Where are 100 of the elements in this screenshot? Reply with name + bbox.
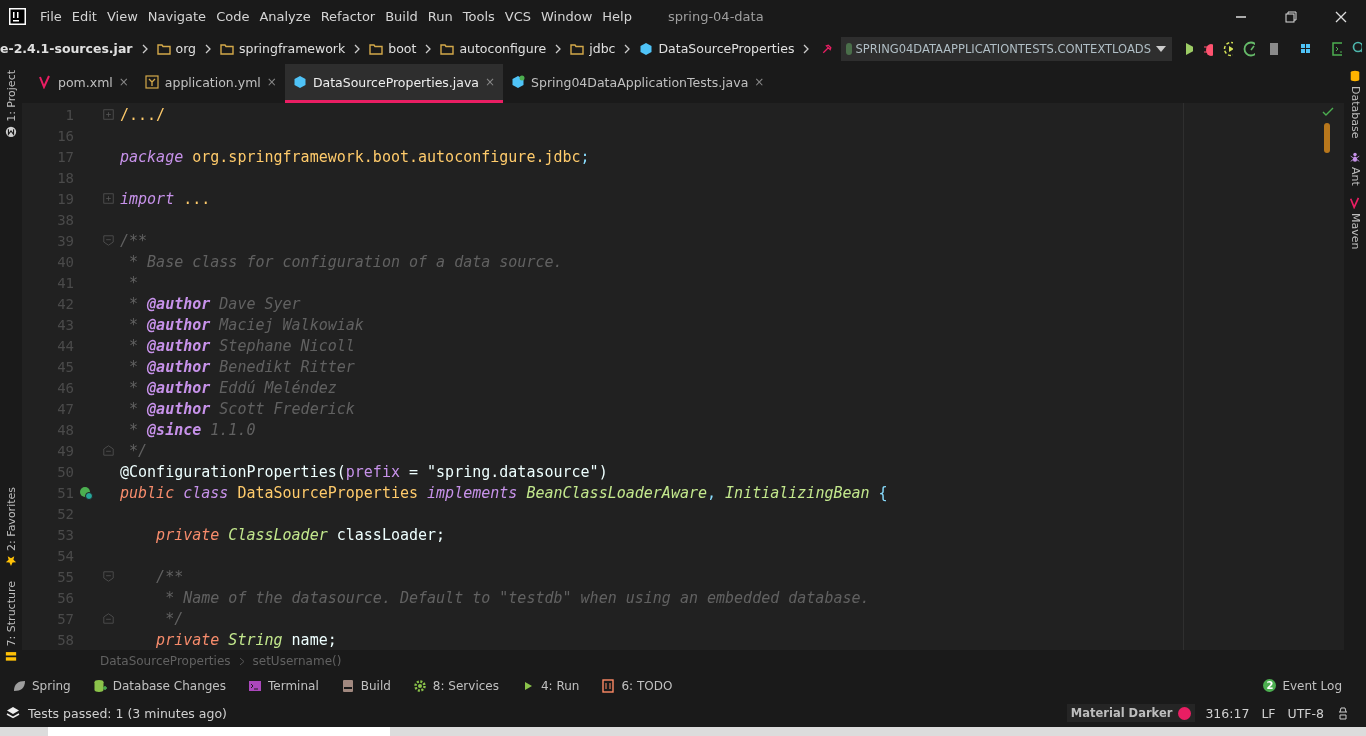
count-badge: 2 — [1263, 679, 1277, 692]
menu-item[interactable]: View — [106, 9, 138, 24]
menu-item[interactable]: Run — [427, 9, 453, 24]
code-line: import ... — [120, 189, 211, 208]
yaml-icon — [144, 75, 159, 89]
chevron-icon — [238, 656, 245, 666]
database-icon — [1349, 70, 1361, 82]
tab-label: pom.xml — [58, 74, 113, 90]
chevron-icon — [140, 43, 149, 54]
cube-icon — [292, 75, 307, 89]
code-line: * @author Dave Syer — [128, 294, 301, 313]
terminal-icon[interactable] — [1331, 40, 1342, 57]
menu-item[interactable]: Window — [541, 9, 593, 24]
code-line: * @since 1.1.0 — [128, 420, 256, 439]
menu-item[interactable]: Navigate — [147, 9, 207, 24]
close-icon — [1335, 10, 1347, 23]
tool-window-tab[interactable]: 7: Structure — [4, 580, 18, 662]
code-line: /** — [155, 567, 184, 586]
menu-item[interactable]: Edit — [71, 9, 97, 24]
test-tube-icon — [845, 41, 852, 56]
cube-icon — [511, 75, 526, 89]
breadcrumb-item[interactable]: jdbc — [570, 41, 616, 56]
folder-icon — [440, 41, 455, 56]
todo-icon — [601, 678, 616, 693]
tab-label: DataSourceProperties.java — [312, 74, 479, 90]
breadcrumb-item[interactable]: org — [156, 41, 196, 56]
status-message: Tests passed: 1 (3 minutes ago) — [28, 705, 228, 721]
star-icon — [5, 554, 17, 567]
breadcrumb-item[interactable]: boot — [369, 41, 417, 56]
close-tab-button[interactable]: × — [485, 75, 496, 89]
tool-window-tab[interactable]: Ant — [1348, 150, 1362, 186]
code-line: * Name of the datasource. Default to "testdb" when using an embedded database. — [164, 588, 870, 607]
layers-icon[interactable] — [6, 706, 20, 720]
tool-window-button[interactable]: Spring — [8, 678, 75, 693]
maven-icon — [38, 75, 52, 89]
tool-window-button[interactable]: 8: Services — [408, 678, 503, 693]
editor-tab[interactable]: application.yml × — [136, 64, 285, 103]
editor-tab[interactable]: DataSourceProperties.java × — [284, 64, 504, 103]
chevron-icon — [204, 43, 212, 54]
caret-position[interactable]: 316:17 — [1205, 705, 1250, 721]
tool-window-tab[interactable]: 1: Project — [4, 70, 18, 138]
scrollbar-thumb[interactable] — [1324, 123, 1330, 153]
tool-window-tab[interactable]: Maven — [1348, 197, 1362, 250]
editor-tab[interactable]: pom.xml × — [30, 64, 137, 103]
menu-item[interactable]: Code — [216, 9, 250, 24]
menu-item[interactable]: Help — [602, 9, 632, 24]
menu-item[interactable]: VCS — [504, 9, 532, 24]
close-tab-button[interactable]: × — [266, 75, 277, 89]
event-log-button[interactable]: 2 Event Log — [1259, 678, 1346, 693]
tab-label: Spring04DataApplicationTests.java — [531, 74, 749, 90]
line-separator[interactable]: LF — [1261, 705, 1276, 721]
chevron-icon — [802, 43, 811, 54]
tool-window-button[interactable]: 4: Run — [516, 678, 584, 693]
structure-icon — [5, 650, 17, 662]
gauge-icon[interactable] — [1243, 40, 1255, 57]
run-configuration-dropdown[interactable]: SPRING04DATAAPPLICATIONTESTS.CONTEXTLOADS — [840, 36, 1172, 61]
menu-item[interactable]: Tools — [462, 9, 495, 24]
code-line: * @author Scott Frederick — [128, 399, 355, 418]
tool-window-button[interactable]: Terminal — [244, 678, 323, 693]
breadcrumb-item[interactable]: autoconfigure — [440, 41, 547, 56]
menu-item[interactable]: Refactor — [320, 9, 376, 24]
ant-icon — [1349, 150, 1361, 163]
tool-window-tab[interactable]: Database — [1348, 70, 1362, 139]
tool-window-button[interactable]: 6: TODO — [597, 678, 677, 693]
module-icon — [5, 125, 17, 138]
menu-item[interactable]: File — [40, 9, 62, 24]
coverage-icon[interactable] — [1223, 40, 1234, 57]
theme-indicator[interactable]: Material Darker — [1066, 704, 1196, 722]
menu-item[interactable]: Build — [385, 9, 418, 24]
stop-icon[interactable] — [1267, 40, 1278, 57]
code-line: /** — [120, 231, 148, 250]
code-line: * — [128, 273, 139, 292]
tool-window-button[interactable]: Build — [336, 678, 395, 693]
close-tab-button[interactable]: × — [118, 75, 129, 89]
code-line: * Base class for configuration of a data source. — [128, 252, 563, 271]
code-line: private String name; — [155, 630, 337, 649]
cube-icon — [639, 41, 654, 56]
chevron-icon — [623, 43, 632, 54]
code-line: */ — [164, 609, 184, 628]
code-line: /.../ — [120, 105, 166, 124]
file-encoding[interactable]: UTF-8 — [1287, 705, 1324, 721]
code-line: * @author Benedikt Ritter — [128, 357, 355, 376]
caret-icon — [1154, 44, 1167, 53]
breadcrumb-item[interactable]: DataSourceProperties — [639, 41, 795, 56]
run-configuration-label: SPRING04DATAAPPLICATIONTESTS.CONTEXTLOADS — [855, 41, 1151, 56]
editor-tab[interactable]: Spring04DataApplicationTests.java × — [503, 64, 773, 103]
chevron-icon — [424, 43, 433, 54]
terminal-icon — [248, 678, 262, 693]
tab-label: application.yml — [164, 74, 261, 90]
tool-window-tab[interactable]: 2: Favorites — [4, 486, 18, 567]
menu-item[interactable]: Analyze — [259, 9, 311, 24]
bean-icon — [78, 485, 93, 500]
breadcrumb-item[interactable]: springframework — [220, 41, 346, 56]
breadcrumb-item[interactable]: e-2.4.1-sources.jar — [0, 41, 133, 56]
close-tab-button[interactable]: × — [754, 75, 765, 89]
database-icon — [92, 678, 107, 693]
tool-window-button[interactable]: Database Changes — [88, 678, 230, 693]
code-line: package org.springframework.boot.autoconfigure.jdbc; — [120, 147, 590, 166]
chevron-icon — [554, 43, 563, 54]
code-line: public class DataSourceProperties implements BeanClassLoaderAware, InitializingBean { — [120, 483, 888, 502]
